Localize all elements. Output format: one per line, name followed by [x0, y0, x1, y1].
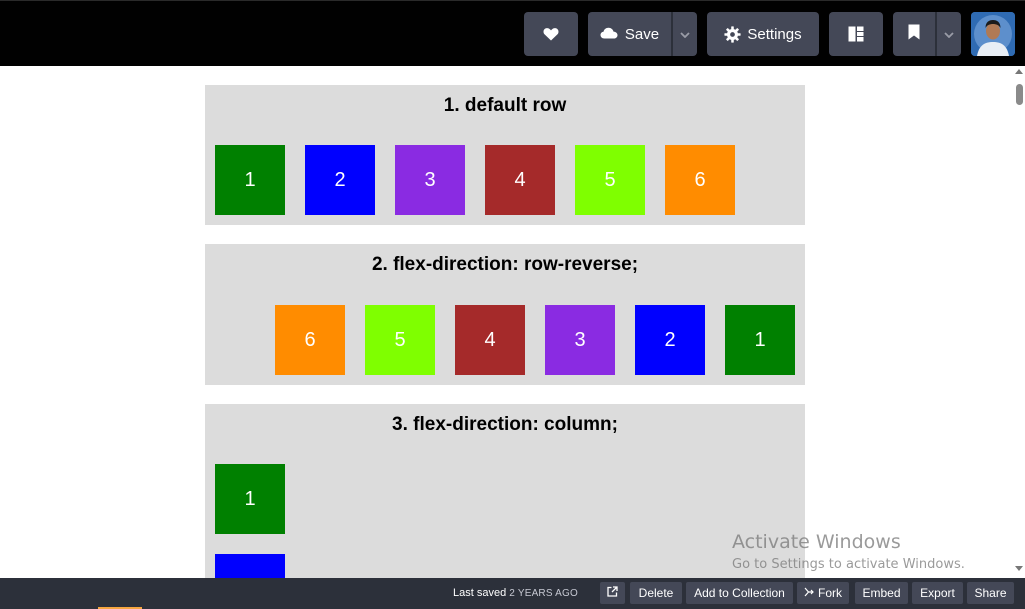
save-options-dropdown[interactable] — [671, 12, 697, 56]
flex-item-2: 2 — [305, 145, 375, 215]
fork-button[interactable]: Fork — [797, 582, 849, 604]
save-button[interactable]: Save — [588, 12, 671, 56]
flex-item-3: 3 — [545, 305, 615, 375]
heart-icon — [543, 27, 559, 41]
bookmark-button[interactable] — [893, 12, 935, 56]
flex-item-2 — [215, 554, 285, 578]
open-in-new-window-button[interactable] — [600, 582, 625, 604]
panel-default-row: 1. default row 1 2 3 4 5 6 — [205, 85, 805, 225]
scroll-up-arrow-icon[interactable] — [1015, 69, 1023, 74]
watermark-title: Activate Windows — [732, 531, 901, 553]
settings-button[interactable]: Settings — [707, 12, 819, 56]
flex-item-1: 1 — [215, 464, 285, 534]
gear-icon — [724, 25, 741, 43]
fork-label: Fork — [818, 586, 842, 600]
flex-item-6: 6 — [665, 145, 735, 215]
cloud-icon — [600, 26, 618, 43]
result-preview: 1. default row 1 2 3 4 5 6 2. flex-direc… — [0, 66, 1013, 578]
last-saved-label: Last saved — [453, 587, 507, 599]
save-label: Save — [624, 25, 660, 43]
scrollbar-thumb[interactable] — [1016, 84, 1023, 105]
bookmark-icon — [908, 24, 920, 44]
external-link-icon — [607, 586, 618, 600]
last-saved-status: Last saved 2 YEARS AGO — [453, 587, 578, 599]
flex-item-5: 5 — [365, 305, 435, 375]
preview-scrollbar[interactable] — [1013, 66, 1025, 578]
flex-item-3: 3 — [395, 145, 465, 215]
share-button[interactable]: Share — [967, 582, 1014, 604]
flex-item-4: 4 — [485, 145, 555, 215]
flex-item-2: 2 — [635, 305, 705, 375]
flex-item-6: 6 — [275, 305, 345, 375]
heart-button[interactable] — [524, 12, 578, 56]
panel-column: 3. flex-direction: column; 1 — [205, 404, 805, 578]
last-saved-time: 2 YEARS AGO — [509, 588, 578, 599]
bookmark-split-button — [893, 12, 961, 56]
save-split-button: Save — [588, 12, 697, 56]
panel-title: 1. default row — [443, 95, 567, 116]
activate-windows-watermark: Activate Windows Go to Settings to activ… — [732, 531, 965, 572]
embed-button[interactable]: Embed — [855, 582, 908, 604]
chevron-down-icon — [680, 25, 690, 43]
fork-icon — [804, 586, 814, 600]
layout-icon — [848, 26, 864, 42]
watermark-subtitle: Go to Settings to activate Windows. — [732, 557, 965, 572]
bottom-toolbar: Last saved 2 YEARS AGO Delete Add to Col… — [0, 578, 1025, 609]
delete-button[interactable]: Delete — [630, 582, 682, 604]
bookmark-options-dropdown[interactable] — [935, 12, 961, 56]
panel-title: 3. flex-direction: column; — [392, 414, 618, 435]
flex-item-1: 1 — [725, 305, 795, 375]
scroll-down-arrow-icon[interactable] — [1015, 566, 1023, 571]
flex-item-5: 5 — [575, 145, 645, 215]
flex-item-4: 4 — [455, 305, 525, 375]
user-avatar[interactable] — [971, 12, 1015, 56]
panel-title: 2. flex-direction: row-reverse; — [371, 254, 639, 275]
add-to-collection-button[interactable]: Add to Collection — [686, 582, 793, 604]
change-view-button[interactable] — [829, 12, 883, 56]
top-toolbar: Save Settings — [0, 0, 1025, 66]
settings-label: Settings — [747, 25, 802, 43]
export-button[interactable]: Export — [912, 582, 963, 604]
chevron-down-icon — [944, 25, 954, 43]
panel-row-reverse: 2. flex-direction: row-reverse; 6 5 4 3 … — [205, 244, 805, 385]
flex-item-1: 1 — [215, 145, 285, 215]
